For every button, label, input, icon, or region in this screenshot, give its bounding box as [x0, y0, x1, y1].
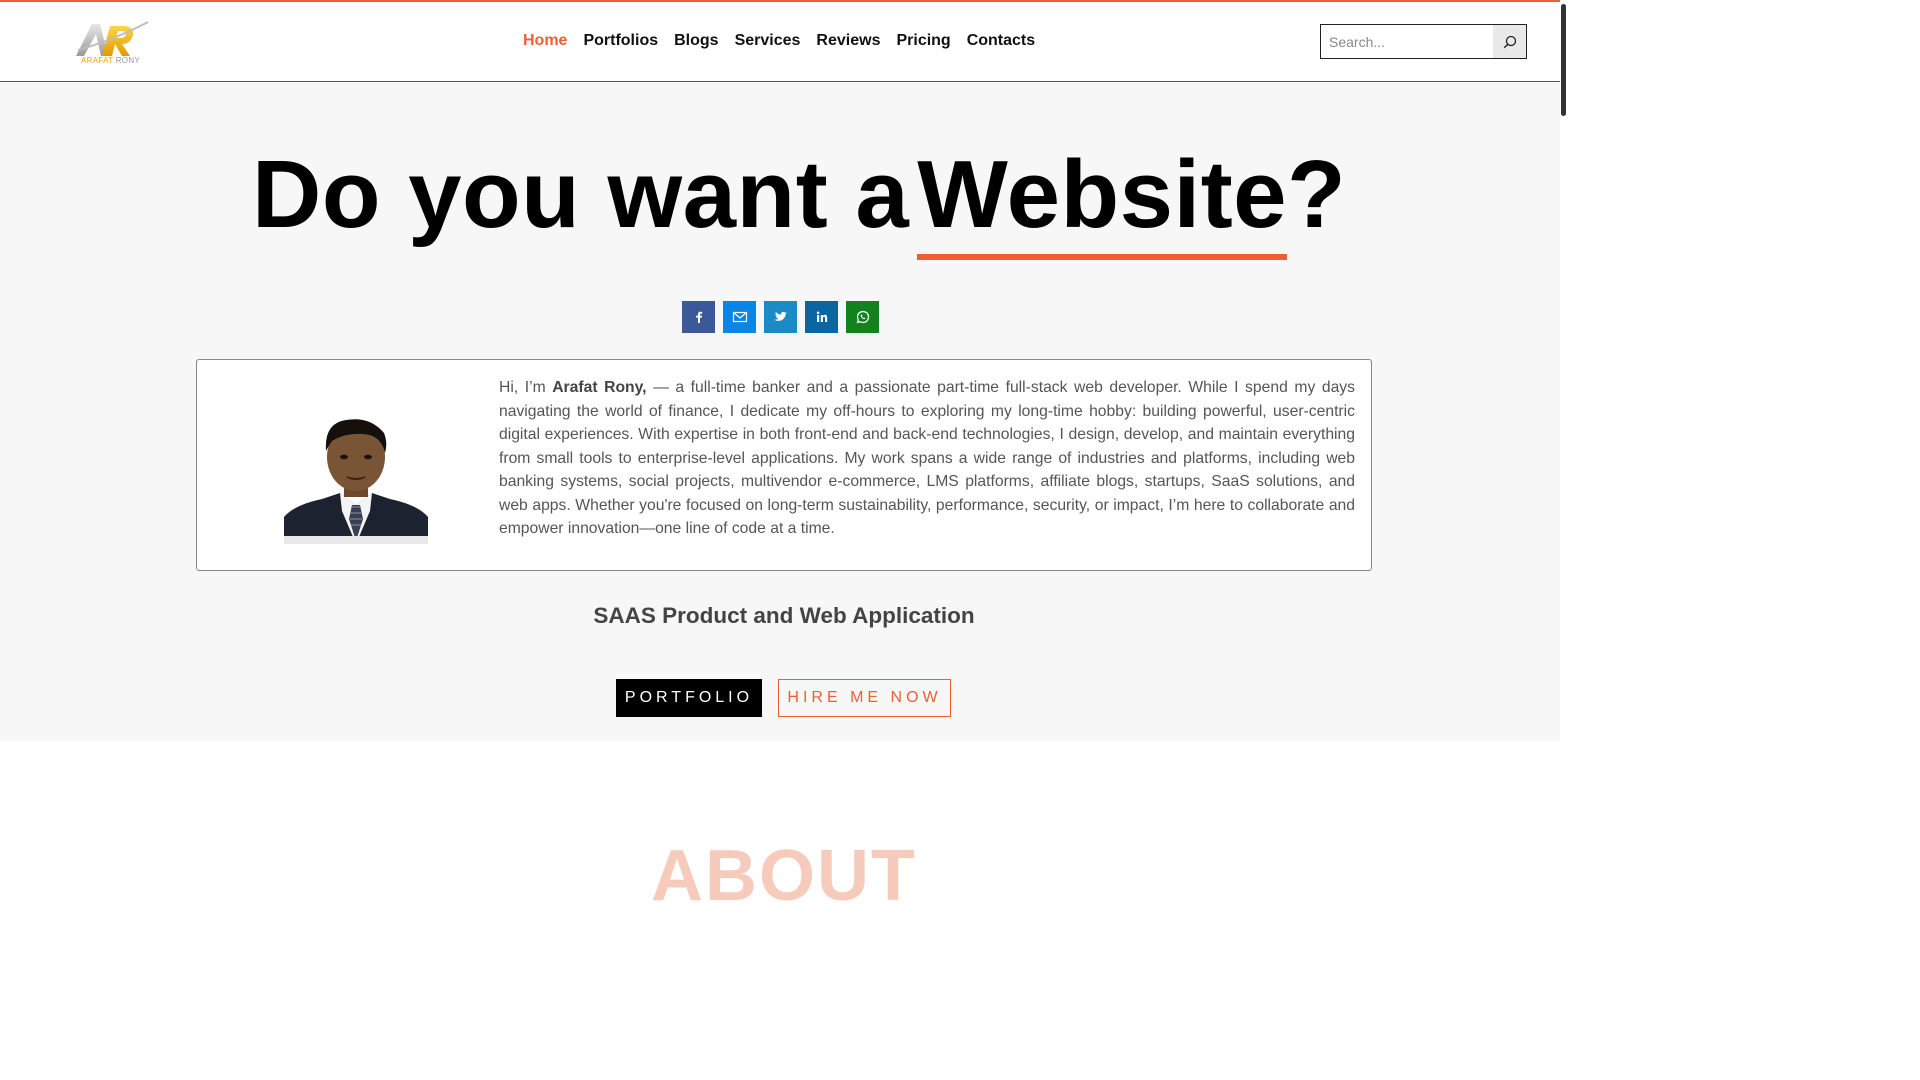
twitter-share-button[interactable] [764, 301, 797, 333]
facebook-icon [695, 311, 702, 323]
profile-photo [284, 401, 428, 544]
bio-text: Hi, I’m Arafat Rony, — a full-time banke… [499, 376, 1355, 541]
nav-portfolios[interactable]: Portfolios [575, 32, 666, 50]
email-share-button[interactable] [723, 301, 756, 333]
nav-services[interactable]: Services [727, 32, 809, 50]
profile-photo-image [284, 401, 428, 544]
search-button[interactable] [1493, 25, 1526, 58]
site-header: ARAFAT RONY Home Portfolios Blogs Servic… [0, 2, 1560, 82]
hero-section: Do you want aWebsite? Hi, I’m Arafat Ron… [0, 83, 1560, 741]
hero-headline: Do you want aWebsite? [252, 141, 1346, 260]
nav-blogs[interactable]: Blogs [666, 32, 726, 50]
about-heading: ABOUT [651, 836, 917, 916]
search-box [1320, 24, 1527, 59]
bio-intro: Hi, I’m [499, 379, 553, 396]
search-input[interactable] [1321, 25, 1494, 58]
bio-body: — a full-time banker and a passionate pa… [499, 379, 1355, 537]
logo-caption: ARAFAT RONY [81, 56, 141, 65]
logo-mark-icon [76, 21, 149, 56]
linkedin-icon [816, 311, 827, 322]
nav-home[interactable]: Home [515, 32, 575, 50]
bio-card: Hi, I’m Arafat Rony, — a full-time banke… [196, 359, 1372, 571]
bio-name: Arafat Rony, [552, 379, 647, 396]
twitter-icon [774, 311, 787, 321]
page-scrollbar[interactable] [1560, 0, 1568, 882]
headline-highlight: Website [917, 141, 1288, 260]
facebook-share-button[interactable] [682, 301, 715, 333]
headline-suffix: ? [1287, 141, 1347, 248]
search-icon [1503, 35, 1516, 48]
site-logo[interactable]: ARAFAT RONY [74, 20, 150, 68]
nav-pricing[interactable]: Pricing [888, 32, 958, 50]
nav-contacts[interactable]: Contacts [959, 32, 1043, 50]
scrollbar-thumb[interactable] [1561, 4, 1566, 116]
nav-reviews[interactable]: Reviews [808, 32, 888, 50]
hero-actions: PORTFOLIO HIRE ME NOW [616, 679, 951, 717]
share-buttons [682, 301, 879, 333]
linkedin-share-button[interactable] [805, 301, 838, 333]
whatsapp-icon [856, 310, 869, 324]
portfolio-button[interactable]: PORTFOLIO [616, 679, 762, 717]
email-icon [732, 311, 747, 323]
main-nav: Home Portfolios Blogs Services Reviews P… [515, 32, 1043, 50]
hero-tagline: SAAS Product and Web Application [593, 603, 975, 628]
whatsapp-share-button[interactable] [846, 301, 879, 333]
hire-me-button[interactable]: HIRE ME NOW [778, 679, 951, 717]
headline-prefix: Do you want a [252, 141, 910, 248]
